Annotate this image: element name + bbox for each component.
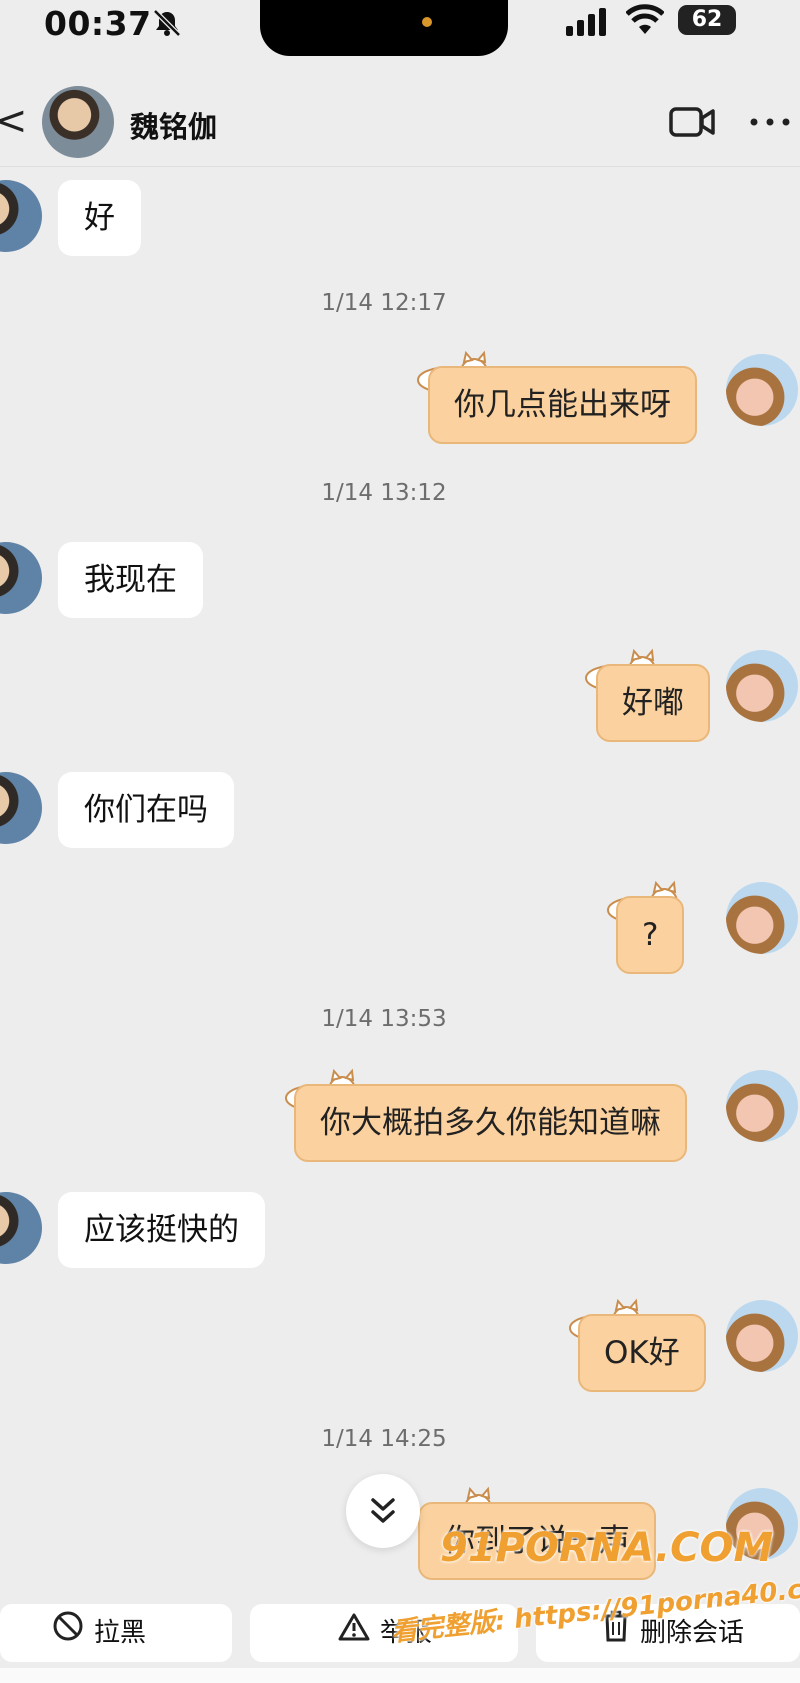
own-avatar[interactable] bbox=[726, 1070, 798, 1142]
video-call-icon[interactable] bbox=[668, 104, 716, 140]
message-bubble-outgoing[interactable]: ? bbox=[616, 896, 685, 974]
own-avatar[interactable] bbox=[726, 1300, 798, 1372]
scroll-to-bottom-button[interactable] bbox=[346, 1474, 420, 1548]
message-bubble-outgoing[interactable]: OK好 bbox=[578, 1314, 706, 1392]
block-icon bbox=[52, 1605, 84, 1663]
message-timestamp: 1/14 13:53 bbox=[321, 1006, 447, 1032]
delete-label: 删除会话 bbox=[640, 1618, 745, 1648]
contact-message-avatar[interactable] bbox=[0, 542, 42, 614]
more-icon[interactable] bbox=[748, 104, 792, 140]
message-timestamp: 1/14 13:12 bbox=[321, 480, 447, 506]
watermark-logo: 91PORNA.COM bbox=[440, 1525, 774, 1571]
block-button[interactable]: 拉黑 bbox=[0, 1604, 232, 1662]
wifi-icon bbox=[626, 4, 664, 34]
battery-indicator: 62 bbox=[678, 5, 736, 35]
contact-name[interactable]: 魏铭伽 bbox=[130, 104, 217, 146]
signal-icon bbox=[566, 8, 606, 36]
warning-icon bbox=[338, 1605, 370, 1663]
message-bubble-outgoing[interactable]: 你大概拍多久你能知道嘛 bbox=[294, 1084, 687, 1162]
message-bubble-outgoing[interactable]: 你几点能出来呀 bbox=[428, 366, 697, 444]
contact-avatar[interactable] bbox=[42, 86, 114, 158]
contact-message-avatar[interactable] bbox=[0, 772, 42, 844]
block-label: 拉黑 bbox=[94, 1618, 147, 1648]
status-time: 00:37 bbox=[44, 4, 152, 43]
message-bubble-outgoing[interactable]: 好嘟 bbox=[596, 664, 710, 742]
contact-message-avatar[interactable] bbox=[0, 1192, 42, 1264]
back-button[interactable]: < bbox=[0, 98, 28, 144]
own-avatar[interactable] bbox=[726, 354, 798, 426]
island-indicator-dot bbox=[422, 17, 432, 27]
message-timestamp: 1/14 12:17 bbox=[321, 290, 447, 316]
dynamic-island bbox=[260, 0, 508, 56]
contact-message-avatar[interactable] bbox=[0, 180, 42, 252]
message-timestamp: 1/14 14:25 bbox=[321, 1426, 447, 1452]
chevrons-down-icon bbox=[371, 1498, 395, 1523]
own-avatar[interactable] bbox=[726, 882, 798, 954]
bell-muted-icon bbox=[153, 9, 181, 37]
message-bubble-incoming[interactable]: 我现在 bbox=[58, 542, 203, 618]
own-avatar[interactable] bbox=[726, 650, 798, 722]
message-bubble-incoming[interactable]: 应该挺快的 bbox=[58, 1192, 265, 1268]
message-bubble-incoming[interactable]: 你们在吗 bbox=[58, 772, 234, 848]
home-indicator-strip bbox=[0, 1668, 800, 1683]
message-bubble-incoming[interactable]: 好 bbox=[58, 180, 141, 256]
